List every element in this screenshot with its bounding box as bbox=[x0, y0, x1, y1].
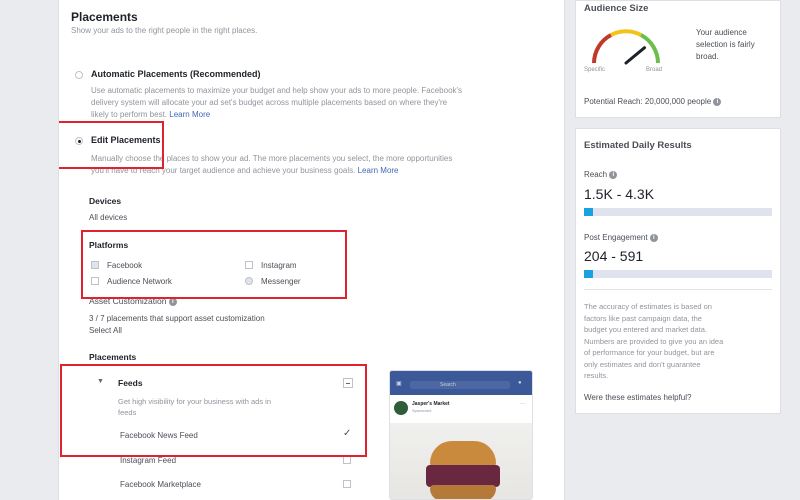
estimates-helpful-link[interactable]: Were these estimates helpful? bbox=[584, 393, 691, 402]
automatic-desc-text: likely to perform best. bbox=[91, 110, 168, 119]
select-all-link[interactable]: Select All bbox=[89, 326, 122, 335]
audience-summary-1: Your audience bbox=[696, 28, 747, 37]
audience-gauge bbox=[592, 29, 660, 65]
preview-top-bar: Search ▣ ● bbox=[390, 371, 532, 395]
daily-results-title: Estimated Daily Results bbox=[584, 140, 692, 151]
burger-bun-top bbox=[430, 441, 496, 467]
divider bbox=[584, 289, 772, 290]
asset-customization-count: 3 / 7 placements that support asset cust… bbox=[89, 314, 265, 323]
devices-value[interactable]: All devices bbox=[89, 213, 127, 222]
automatic-learn-more-link[interactable]: Learn More bbox=[169, 110, 210, 119]
instagram-feed-label[interactable]: Instagram Feed bbox=[120, 456, 176, 465]
gauge-broad-label: Broad bbox=[646, 67, 663, 73]
placements-section-subtitle: Show your ads to the right people in the… bbox=[71, 26, 258, 35]
reach-value: 1.5K - 4.3K bbox=[584, 186, 655, 202]
avatar bbox=[394, 401, 408, 415]
engagement-label: Post Engagement i bbox=[584, 233, 658, 242]
reach-label: Reach i bbox=[584, 170, 618, 179]
info-icon[interactable]: i bbox=[609, 170, 618, 179]
camera-icon: ▣ bbox=[396, 381, 402, 387]
highlight-feeds bbox=[60, 364, 367, 457]
preview-burger-image bbox=[390, 423, 532, 499]
disclaimer-3: budget you entered and market data. bbox=[584, 325, 708, 334]
disclaimer-6: only estimates and don't guarantee bbox=[584, 359, 701, 369]
placements-section-title: Placements bbox=[71, 10, 138, 24]
info-icon[interactable]: i bbox=[713, 97, 722, 106]
preview-sponsored: Sponsored bbox=[412, 408, 432, 413]
gauge-red-arc bbox=[592, 33, 613, 64]
audience-size-card: Audience Size Specific Broad Your audien… bbox=[575, 0, 781, 118]
gauge-specific-label: Specific bbox=[584, 67, 606, 73]
ad-preview-phone: Search ▣ ● Jasper's Market Sponsored ··· bbox=[389, 370, 533, 500]
reach-bar-fill bbox=[584, 208, 594, 216]
automatic-placements-radio[interactable] bbox=[75, 71, 83, 79]
engagement-bar-fill bbox=[584, 270, 594, 278]
engagement-bar bbox=[584, 270, 772, 278]
highlight-edit-placements bbox=[59, 121, 164, 169]
preview-page-name: Jasper's Market bbox=[412, 401, 450, 407]
devices-label: Devices bbox=[89, 196, 122, 206]
preview-search-bar: Search bbox=[410, 381, 510, 389]
disclaimer-5: of performance for your budget, but are bbox=[584, 348, 715, 357]
facebook-marketplace-label[interactable]: Facebook Marketplace bbox=[120, 480, 201, 489]
automatic-placements-desc-2: delivery system will allocate your ad se… bbox=[91, 98, 448, 107]
messenger-icon: ● bbox=[518, 380, 522, 386]
info-icon[interactable]: i bbox=[649, 233, 658, 242]
gauge-yellow-arc bbox=[610, 29, 642, 37]
gauge-needle bbox=[624, 46, 646, 65]
edit-learn-more-link[interactable]: Learn More bbox=[358, 166, 399, 175]
audience-size-title: Audience Size bbox=[584, 3, 649, 14]
placements-list-label: Placements bbox=[89, 352, 137, 362]
reach-bar bbox=[584, 208, 772, 216]
highlight-platforms bbox=[81, 230, 347, 299]
burger-filling bbox=[426, 465, 500, 487]
audience-summary-2: selection is fairly bbox=[696, 40, 755, 49]
disclaimer-1: The accuracy of estimates is based on bbox=[584, 302, 712, 311]
placements-panel: Placements Show your ads to the right pe… bbox=[58, 0, 565, 500]
engagement-value: 204 - 591 bbox=[584, 248, 644, 264]
reach-label-text: Reach bbox=[584, 170, 608, 179]
automatic-placements-desc-1: Use automatic placements to maximize you… bbox=[91, 86, 463, 95]
preview-search-text: Search bbox=[440, 382, 456, 388]
automatic-placements-desc-3: likely to perform best. Learn More bbox=[91, 109, 210, 121]
preview-post-header: Jasper's Market Sponsored ··· bbox=[390, 399, 532, 419]
daily-results-card: Estimated Daily Results Reach i 1.5K - 4… bbox=[575, 128, 781, 414]
more-options-icon: ··· bbox=[520, 401, 526, 407]
disclaimer-4: Numbers are provided to give you an idea bbox=[584, 336, 724, 346]
automatic-placements-title[interactable]: Automatic Placements (Recommended) bbox=[91, 69, 261, 79]
potential-reach: Potential Reach: 20,000,000 people i bbox=[584, 97, 722, 106]
burger-bun-bottom bbox=[430, 485, 496, 499]
disclaimer-7: results. bbox=[584, 371, 609, 380]
potential-reach-text: Potential Reach: 20,000,000 people bbox=[584, 97, 712, 106]
instagram-feed-checkbox[interactable] bbox=[343, 456, 351, 464]
engagement-label-text: Post Engagement bbox=[584, 233, 648, 242]
facebook-marketplace-checkbox[interactable] bbox=[343, 480, 351, 488]
audience-summary-3: broad. bbox=[696, 52, 719, 61]
disclaimer-2: factors like past campaign data, the bbox=[584, 313, 702, 323]
